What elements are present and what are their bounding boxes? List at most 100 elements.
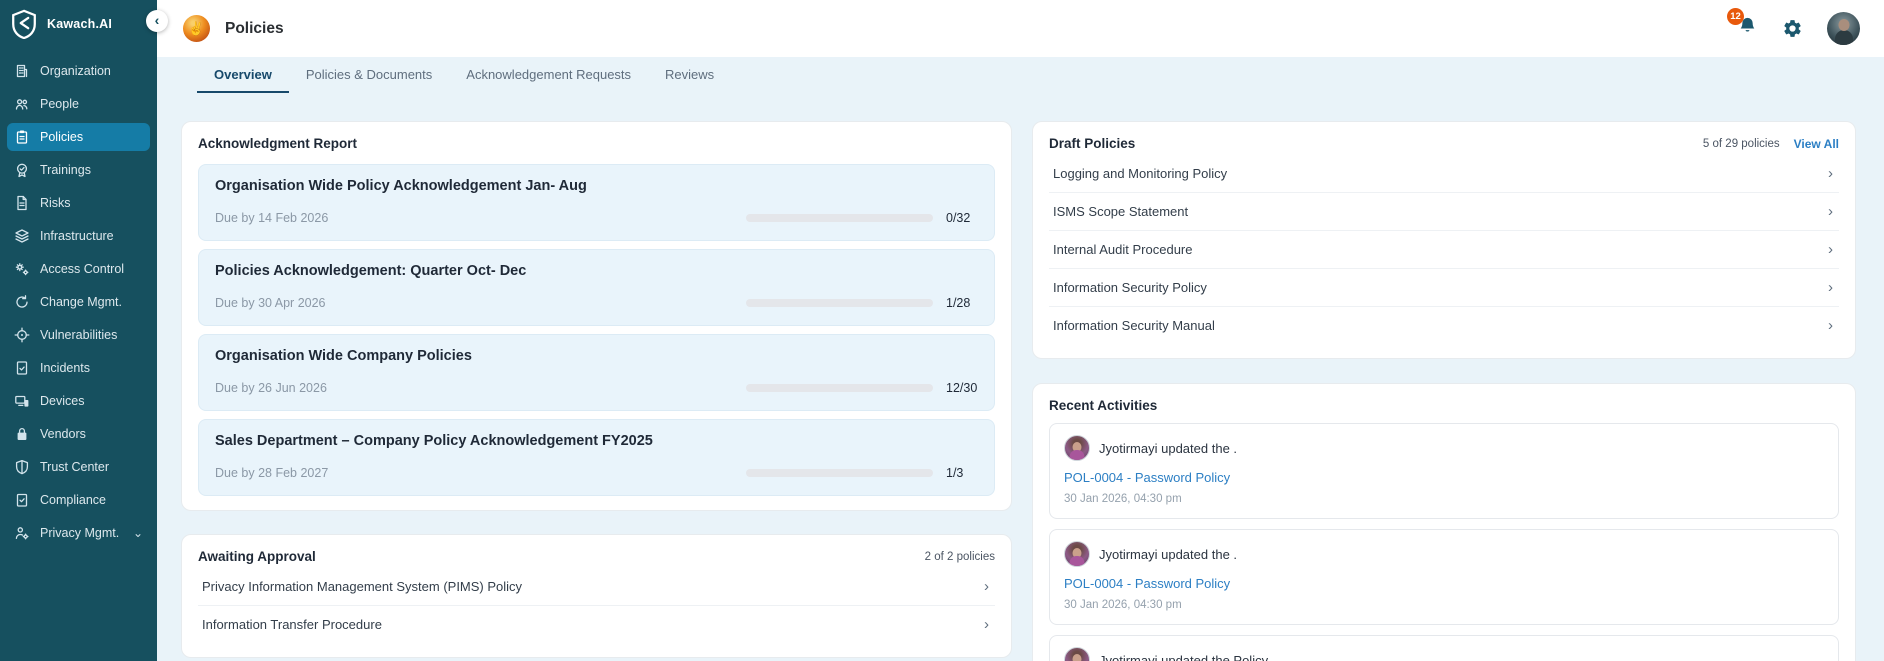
sidebar-item-privacy-mgmt[interactable]: Privacy Mgmt. ⌄: [7, 519, 150, 547]
acknowledgment-title: Organisation Wide Policy Acknowledgement…: [215, 178, 587, 194]
policy-name: Internal Audit Procedure: [1053, 242, 1193, 257]
sidebar-item-label: Vulnerabilities: [40, 328, 118, 342]
progress-bar: [746, 214, 933, 222]
view-all-link[interactable]: View All: [1794, 137, 1839, 151]
sidebar-item-label: Access Control: [40, 262, 125, 276]
awaiting-count: 2 of 2 policies: [924, 550, 995, 563]
due-date: Due by 28 Feb 2027: [215, 466, 329, 480]
sidebar-item-label: People: [40, 97, 79, 111]
chevron-left-icon: ‹: [154, 12, 160, 28]
sidebar-item-devices[interactable]: Devices: [7, 387, 150, 415]
tab-acknowledgement-requests[interactable]: Acknowledgement Requests: [449, 57, 648, 93]
left-column: Acknowledgment Report Organisation Wide …: [181, 121, 1012, 658]
sidebar-item-change-mgmt[interactable]: Change Mgmt.: [7, 288, 150, 316]
due-date: Due by 14 Feb 2026: [215, 211, 329, 225]
draft-policy-row[interactable]: Information Security Manual ›: [1049, 307, 1839, 344]
sidebar-item-label: Devices: [40, 394, 85, 408]
progress-bar: [746, 299, 933, 307]
draft-policy-row[interactable]: Logging and Monitoring Policy ›: [1049, 155, 1839, 193]
activity-policy-link[interactable]: POL-0004 - Password Policy: [1064, 576, 1824, 591]
activity-item[interactable]: Jyotirmayi updated the . POL-0004 - Pass…: [1049, 423, 1839, 519]
activity-avatar: [1064, 435, 1090, 461]
gear-icon: [1782, 18, 1803, 39]
chevron-right-icon: ›: [984, 578, 989, 595]
policy-name: Logging and Monitoring Policy: [1053, 166, 1228, 181]
recent-activities-card: Recent Activities Jyotirmayi updated the…: [1032, 383, 1856, 661]
sidebar-item-organization[interactable]: Organization: [7, 57, 150, 85]
card-title: Recent Activities: [1049, 398, 1158, 413]
person-gear-icon: [14, 525, 30, 541]
sidebar-item-label: Trainings: [40, 163, 91, 177]
page-emoji-icon: ✌: [183, 15, 210, 42]
sidebar-collapse-button[interactable]: ‹: [146, 10, 168, 32]
policy-name: Information Security Policy: [1053, 280, 1207, 295]
badge-check-icon: [14, 162, 30, 178]
page-title: Policies: [225, 19, 284, 37]
app-name: Kawach.AI: [47, 17, 113, 31]
sidebar-item-label: Change Mgmt.: [40, 295, 122, 309]
progress-value: 12/30: [946, 381, 978, 395]
due-date: Due by 30 Apr 2026: [215, 296, 326, 310]
sidebar-item-label: Incidents: [40, 361, 91, 375]
draft-policy-row[interactable]: Internal Audit Procedure ›: [1049, 231, 1839, 269]
acknowledgment-item[interactable]: Policies Acknowledgement: Quarter Oct- D…: [198, 249, 995, 326]
activity-item[interactable]: Jyotirmayi updated the Policy. POL-0004 …: [1049, 635, 1839, 661]
acknowledgment-item[interactable]: Organisation Wide Policy Acknowledgement…: [198, 164, 995, 241]
sidebar-item-incidents[interactable]: Incidents: [7, 354, 150, 382]
activity-policy-link[interactable]: POL-0004 - Password Policy: [1064, 470, 1824, 485]
policy-name: Information Transfer Procedure: [202, 617, 382, 632]
sidebar-item-trainings[interactable]: Trainings: [7, 156, 150, 184]
tab-policies-documents[interactable]: Policies & Documents: [289, 57, 449, 93]
awaiting-policy-row[interactable]: Information Transfer Procedure ›: [198, 606, 995, 643]
tab-overview[interactable]: Overview: [197, 57, 289, 93]
sidebar-item-label: Policies: [40, 130, 84, 144]
acknowledgment-list: Organisation Wide Policy Acknowledgement…: [198, 164, 995, 496]
card-title: Acknowledgment Report: [198, 136, 358, 151]
activity-avatar: [1064, 541, 1090, 567]
chevron-right-icon: ›: [1828, 317, 1833, 334]
main-area: ✌ Policies 12 Overview Policies & Docume…: [157, 0, 1884, 661]
awaiting-policy-row[interactable]: Privacy Information Management System (P…: [198, 568, 995, 606]
user-avatar[interactable]: [1827, 12, 1860, 45]
sidebar-item-vendors[interactable]: Vendors: [7, 420, 150, 448]
document-icon: [14, 195, 30, 211]
sidebar-item-infrastructure[interactable]: Infrastructure: [7, 222, 150, 250]
lock-icon: [14, 426, 30, 442]
sidebar-item-label: Trust Center: [40, 460, 110, 474]
tab-reviews[interactable]: Reviews: [648, 57, 731, 93]
draft-policy-row[interactable]: Information Security Policy ›: [1049, 269, 1839, 307]
sidebar-item-access-control[interactable]: Access Control: [7, 255, 150, 283]
sidebar-item-people[interactable]: People: [7, 90, 150, 118]
clipboard-check-icon: [14, 492, 30, 508]
notifications-button[interactable]: 12: [1727, 7, 1758, 42]
sidebar-item-policies[interactable]: Policies: [7, 123, 150, 151]
card-title: Awaiting Approval: [198, 549, 316, 564]
sidebar-item-vulnerabilities[interactable]: Vulnerabilities: [7, 321, 150, 349]
chevron-right-icon: ›: [1828, 165, 1833, 182]
activity-timestamp: 30 Jan 2026, 04:30 pm: [1064, 493, 1182, 505]
acknowledgment-item[interactable]: Organisation Wide Company Policies Due b…: [198, 334, 995, 411]
sidebar-item-risks[interactable]: Risks: [7, 189, 150, 217]
activity-text: Jyotirmayi updated the Policy.: [1099, 652, 1271, 661]
chevron-down-icon: ⌄: [132, 526, 143, 540]
acknowledgment-item[interactable]: Sales Department – Company Policy Acknow…: [198, 419, 995, 496]
activity-item[interactable]: Jyotirmayi updated the . POL-0004 - Pass…: [1049, 529, 1839, 625]
draft-policy-row[interactable]: ISMS Scope Statement ›: [1049, 193, 1839, 231]
devices-icon: [14, 393, 30, 409]
settings-button[interactable]: [1782, 18, 1803, 39]
refresh-icon: [14, 294, 30, 310]
progress-value: 1/3: [946, 466, 964, 480]
sidebar-item-label: Privacy Mgmt.: [40, 526, 120, 540]
due-date: Due by 26 Jun 2026: [215, 381, 327, 395]
progress-bar: [746, 384, 933, 392]
sidebar-item-trust-center[interactable]: Trust Center: [7, 453, 150, 481]
acknowledgment-title: Sales Department – Company Policy Acknow…: [215, 433, 653, 449]
sidebar-item-compliance[interactable]: Compliance: [7, 486, 150, 514]
policy-name: Privacy Information Management System (P…: [202, 579, 523, 594]
notification-badge: 12: [1727, 7, 1744, 25]
app-logo[interactable]: Kawach.AI: [0, 0, 157, 55]
layers-icon: [14, 228, 30, 244]
activity-avatar: [1064, 647, 1090, 661]
header-actions: 12: [1727, 7, 1860, 45]
top-header: ✌ Policies 12: [157, 0, 1884, 57]
